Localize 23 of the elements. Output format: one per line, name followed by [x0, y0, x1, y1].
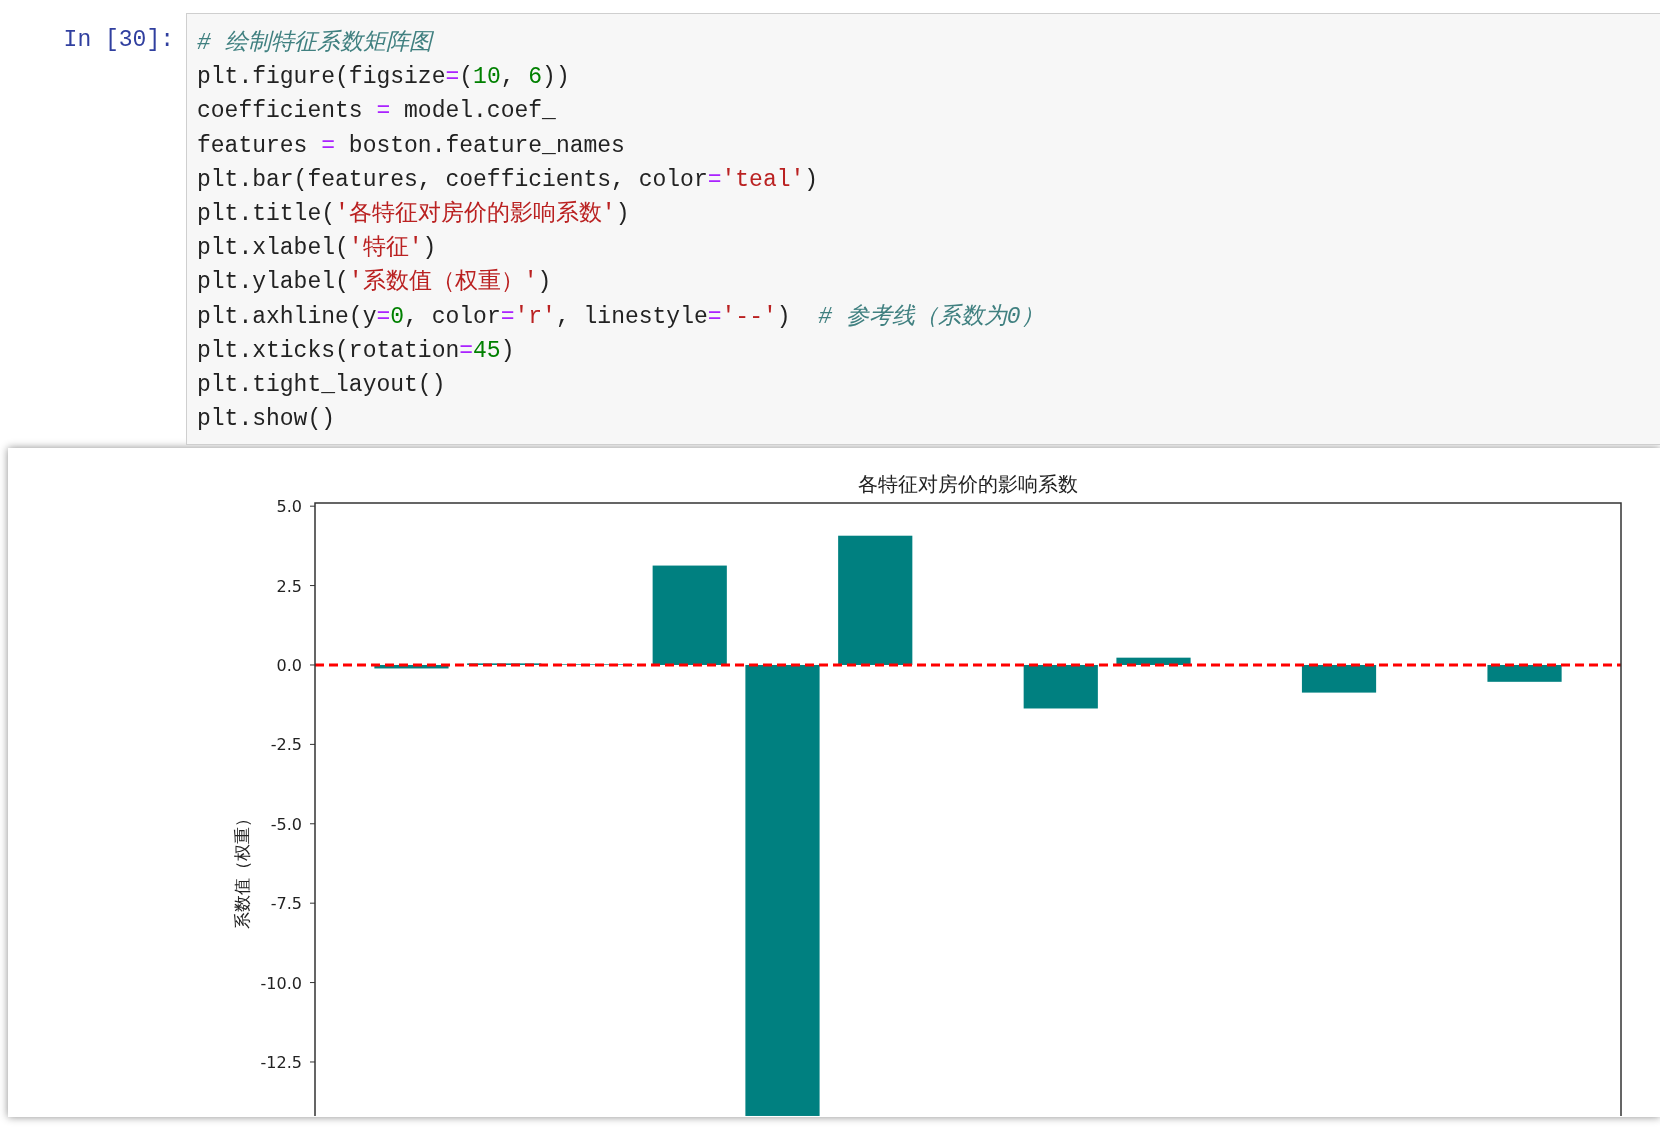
- code-line: plt.bar(features, coefficients, color='teal'): [197, 165, 820, 195]
- y-tick-label: -10.0: [260, 973, 302, 993]
- code-line: # 绘制特征系数矩阵图: [197, 29, 435, 58]
- code-line: features = boston.feature_names: [197, 131, 626, 161]
- y-tick-label: -5.0: [270, 814, 302, 834]
- input-prompt: In [30]:: [62, 26, 175, 55]
- code-line: plt.figure(figsize=(10, 6)): [197, 63, 571, 93]
- code-line: coefficients = model.coef_: [197, 97, 557, 127]
- y-tick-label: 0.0: [276, 656, 302, 675]
- code-line: plt.xticks(rotation=45): [197, 336, 516, 366]
- code-line: plt.ylabel('系数值（权重）'): [197, 267, 553, 298]
- y-axis-label: 系数值（权重）: [232, 810, 252, 929]
- y-tick-label: -7.5: [270, 894, 302, 914]
- chart-title: 各特征对房价的影响系数: [858, 472, 1078, 496]
- code-line: plt.tight_layout(): [197, 371, 447, 401]
- y-tick-label: -12.5: [260, 1053, 302, 1072]
- y-tick-label: 2.5: [276, 576, 302, 596]
- y-tick-label: 5.0: [276, 497, 302, 517]
- code-line: plt.title('各特征对房价的影响系数'): [197, 199, 631, 229]
- code-line: plt.show(): [197, 405, 337, 435]
- y-tick-label: -2.5: [270, 735, 302, 755]
- code-line: plt.axhline(y=0, color='r', linestyle='--') # 参考线（系数为0）: [197, 302, 1045, 332]
- code-line: plt.xlabel('特征'): [197, 234, 438, 264]
